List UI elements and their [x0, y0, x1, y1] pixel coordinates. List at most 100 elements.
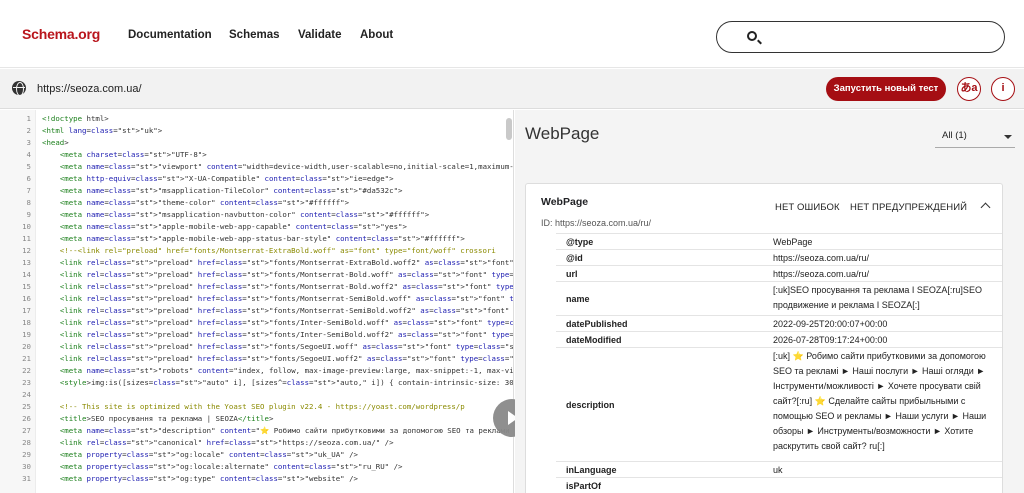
property-key: @id — [566, 252, 583, 263]
code-text: <meta property=class="st">"og:locale" co… — [59, 450, 358, 459]
line-number: 27 — [22, 426, 31, 435]
property-key: dateModified — [566, 334, 622, 345]
card-title[interactable]: WebPage — [541, 196, 588, 208]
nav-link-documentation[interactable]: Documentation — [128, 29, 212, 41]
property-row: url https://seoza.com.ua/ru/ — [556, 265, 1002, 281]
line-number: 16 — [22, 294, 31, 303]
line-number: 18 — [22, 318, 31, 327]
code-line: 17 <link rel=class="st">"preload" href=c… — [0, 305, 513, 317]
source-code-panel[interactable]: 1 <!doctype html> 2 <html lang=class="st">"… — [0, 110, 514, 493]
code-text: <link rel=class="st">"canonical" href=cl… — [59, 438, 394, 447]
line-number: 26 — [22, 414, 31, 423]
run-new-test-button[interactable]: Запустить новый тест — [826, 77, 946, 101]
line-number: 7 — [26, 186, 31, 195]
property-row: dateModified 2026-07-28T09:17:24+00:00 — [556, 331, 1002, 347]
nav-link-validate[interactable]: Validate — [298, 29, 341, 41]
globe-icon — [12, 81, 26, 96]
code-line: 4 <meta charset=class="st">"UTF-8"> — [0, 149, 513, 161]
code-line: 23 <style>img:is([sizes=class="st">"auto… — [0, 377, 514, 389]
code-line: 28 <link rel=class="st">"canonical" href… — [0, 437, 513, 449]
line-number: 11 — [22, 234, 31, 243]
line-number: 5 — [26, 162, 31, 171]
line-number: 13 — [22, 258, 31, 267]
line-number: 15 — [22, 282, 31, 291]
code-line: 29 <meta property=class="st">"og:locale"… — [0, 449, 513, 461]
no-warnings-label: НЕТ ПРЕДУПРЕЖДЕНИЙ — [850, 202, 968, 213]
line-number: 12 — [22, 246, 31, 255]
code-text: <link rel=class="st">"preload" href=clas… — [59, 330, 514, 339]
code-line: 7 <meta name=class="st">"msapplication-T… — [0, 185, 513, 197]
line-number: 10 — [22, 222, 31, 231]
code-text: <meta name=class="st">"apple-mobile-web-… — [59, 234, 465, 243]
code-text: <link rel=class="st">"preload" href=clas… — [59, 318, 514, 327]
code-line: 20 <link rel=class="st">"preload" href=c… — [0, 341, 514, 353]
line-number: 23 — [22, 378, 31, 387]
property-row: isPartOf — [556, 477, 1002, 493]
property-row: name [:uk]SEO просування та реклама I SEO… — [556, 281, 1002, 315]
code-line: 13 <link rel=class="st">"preload" href=c… — [0, 257, 513, 269]
line-number: 19 — [22, 330, 31, 339]
tested-url-bar: https://seoza.com.ua/ Запустить новый те… — [0, 69, 1024, 109]
property-row: @type WebPage — [556, 233, 1002, 249]
code-line: 3 <head> — [0, 137, 513, 149]
property-key: name — [566, 293, 590, 304]
code-text: <meta property=class="st">"og:locale:alt… — [59, 462, 403, 471]
code-text: <link rel=class="st">"preload" href=clas… — [59, 270, 514, 279]
code-line: 18 <link rel=class="st">"preload" href=c… — [0, 317, 514, 329]
code-text: <link rel=class="st">"preload" href=clas… — [59, 282, 514, 291]
property-key: url — [566, 268, 578, 279]
code-line: 12 <!--<link rel="preload" href="fonts/M… — [0, 245, 513, 257]
search-icon[interactable] — [747, 31, 757, 41]
nav-link-about[interactable]: About — [360, 29, 393, 41]
property-value: [:uk]SEO просування та реклама I SEOZA[:… — [773, 285, 982, 310]
code-line: 31 <meta property=class="st">"og:type" c… — [0, 473, 513, 485]
results-filter-select[interactable]: All (1) — [935, 126, 1015, 148]
code-scrollbar[interactable] — [506, 118, 512, 140]
schema-org-logo[interactable]: Schema.org — [22, 26, 100, 42]
property-value: 2022-09-25T20:00:07+00:00 — [773, 319, 888, 329]
code-line: 11 <meta name=class="st">"apple-mobile-w… — [0, 233, 513, 245]
code-text: <title>SEO просування та реклама | SEOZA… — [59, 414, 274, 423]
code-text: <meta name=class="st">"msapplication-Til… — [59, 186, 403, 195]
results-title: WebPage — [525, 124, 600, 143]
property-value: uk — [773, 465, 783, 475]
code-text: <meta name=class="st">"theme-color" cont… — [59, 198, 350, 207]
code-line: 9 <meta name=class="st">"msapplication-n… — [0, 209, 513, 221]
line-number: 28 — [22, 438, 31, 447]
search-input[interactable] — [716, 21, 1005, 53]
line-number: 17 — [22, 306, 31, 315]
code-text: <link rel=class="st">"preload" href=clas… — [59, 342, 514, 351]
line-number: 4 — [26, 150, 31, 159]
code-line: 16 <link rel=class="st">"preload" href=c… — [0, 293, 514, 305]
line-number: 9 — [26, 210, 31, 219]
webpage-result-card: WebPage НЕТ ОШИБОК НЕТ ПРЕДУПРЕЖДЕНИЙ ID… — [525, 183, 1003, 493]
code-line: 21 <link rel=class="st">"preload" href=c… — [0, 353, 513, 365]
code-line: 10 <meta name=class="st">"apple-mobile-w… — [0, 221, 513, 233]
language-icon[interactable]: あa — [957, 77, 981, 101]
code-text: <meta property=class="st">"og:type" cont… — [59, 474, 358, 483]
results-filter-label: All (1) — [942, 130, 967, 141]
property-row: @id https://seoza.com.ua/ru/ — [556, 249, 1002, 265]
code-line: 27 <meta name=class="st">"description" c… — [0, 425, 514, 437]
nav-link-schemas[interactable]: Schemas — [229, 29, 280, 41]
code-line: 25 <!-- This site is optimized with the … — [0, 401, 513, 413]
line-number: 22 — [22, 366, 31, 375]
code-line: 26 <title>SEO просування та реклама | SE… — [0, 413, 513, 425]
info-icon[interactable]: i — [991, 77, 1015, 101]
code-text: <!-- This site is optimized with the Yoa… — [42, 402, 465, 411]
code-line: 6 <meta http-equiv=class="st">"X-UA-Comp… — [0, 173, 513, 185]
property-key: description — [566, 399, 615, 410]
code-text: <!--<link rel="preload" href="fonts/Mont… — [42, 246, 496, 255]
code-text: <link rel=class="st">"preload" href=clas… — [59, 294, 514, 303]
property-value: [:uk] ⭐ Робимо сайти прибутковими за доп… — [773, 351, 987, 451]
property-row: description [:uk] ⭐ Робимо сайти прибутко… — [556, 347, 1002, 461]
chevron-up-icon[interactable] — [980, 202, 991, 213]
code-text: <style>img:is([sizes=class="st">"auto" i… — [59, 378, 514, 387]
card-id: ID: https://seoza.com.ua/ru/ — [541, 218, 652, 228]
code-text: <head> — [42, 138, 69, 147]
code-line: 2 <html lang=class="st">"uk"> — [0, 125, 513, 137]
code-text: <meta name=class="st">"description" cont… — [59, 426, 514, 435]
property-value: WebPage — [773, 237, 813, 247]
code-line: 1 <!doctype html> — [0, 113, 513, 125]
code-line: 19 <link rel=class="st">"preload" href=c… — [0, 329, 514, 341]
